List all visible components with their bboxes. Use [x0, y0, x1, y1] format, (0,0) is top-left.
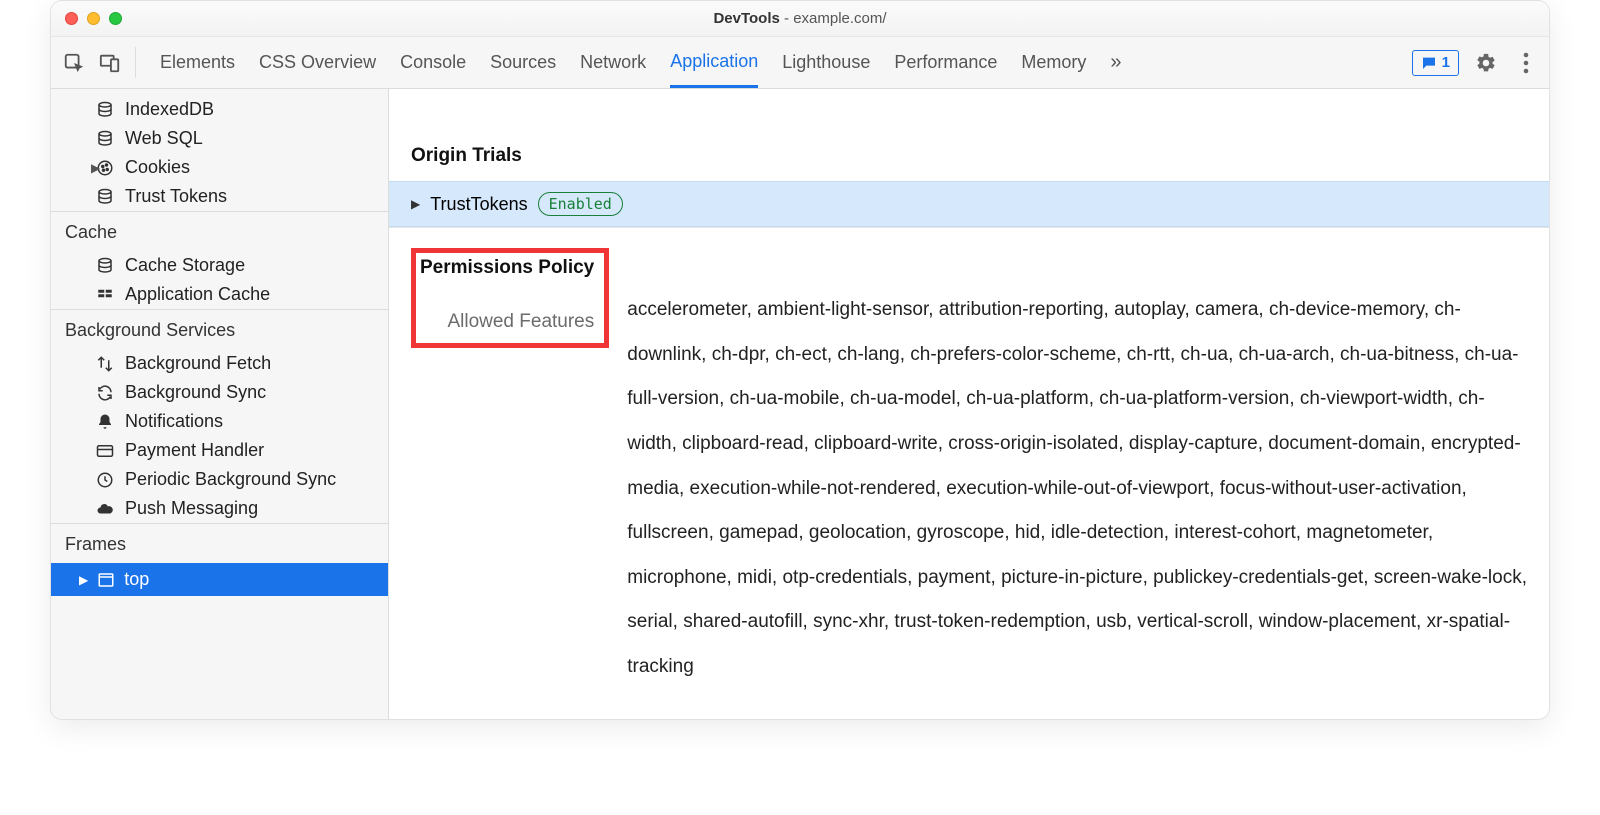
- sidebar-item-trust-tokens[interactable]: Trust Tokens: [51, 182, 388, 211]
- enabled-badge: Enabled: [538, 192, 623, 216]
- sidebar-item-label: Application Cache: [125, 284, 270, 305]
- tab-application[interactable]: Application: [670, 37, 758, 88]
- window-titlebar: DevTools - example.com/: [51, 1, 1549, 37]
- devtools-body: IndexedDB Web SQL ▶ Cookies Trust Tokens…: [51, 89, 1549, 719]
- sidebar-group-frames: Frames: [51, 523, 388, 563]
- database-icon: [95, 256, 115, 276]
- sidebar-item-push-messaging[interactable]: Push Messaging: [51, 494, 388, 523]
- sidebar-item-label: Background Fetch: [125, 353, 271, 374]
- sidebar-item-label: Push Messaging: [125, 498, 258, 519]
- close-window-button[interactable]: [65, 12, 78, 25]
- issues-count: 1: [1442, 54, 1450, 71]
- tab-overflow[interactable]: »: [1110, 37, 1121, 88]
- application-sidebar: IndexedDB Web SQL ▶ Cookies Trust Tokens…: [51, 89, 389, 719]
- sidebar-item-notifications[interactable]: Notifications: [51, 407, 388, 436]
- origin-trials-title: Origin Trials: [411, 145, 1527, 167]
- sidebar-group-cache: Cache: [51, 211, 388, 251]
- clock-icon: [95, 470, 115, 490]
- inspect-element-icon[interactable]: [61, 50, 87, 76]
- devtools-window: DevTools - example.com/ Elements CSS Ove…: [50, 0, 1550, 720]
- sidebar-item-websql[interactable]: Web SQL: [51, 124, 388, 153]
- bell-icon: [95, 412, 115, 432]
- application-content: Origin Trials ▶ TrustTokens Enabled Perm…: [389, 89, 1549, 719]
- transfer-icon: [95, 354, 115, 374]
- devtools-tabs: Elements CSS Overview Console Sources Ne…: [160, 37, 1122, 88]
- cloud-icon: [95, 499, 115, 519]
- sidebar-item-label: Trust Tokens: [125, 186, 227, 207]
- highlight-box: Permissions Policy Allowed Features: [411, 248, 609, 348]
- sidebar-item-cache-storage[interactable]: Cache Storage: [51, 251, 388, 280]
- sidebar-item-label: Notifications: [125, 411, 223, 432]
- settings-icon[interactable]: [1473, 50, 1499, 76]
- sidebar-item-label: top: [124, 569, 149, 590]
- chat-icon: [1421, 55, 1437, 71]
- permissions-policy-title: Permissions Policy: [420, 257, 594, 279]
- tab-console[interactable]: Console: [400, 37, 466, 88]
- sidebar-item-indexeddb[interactable]: IndexedDB: [51, 95, 388, 124]
- window-icon: [96, 570, 116, 590]
- sidebar-item-label: Cache Storage: [125, 255, 245, 276]
- toolbar-left-group: [61, 47, 136, 78]
- sidebar-item-label: Web SQL: [125, 128, 203, 149]
- sidebar-item-label: Background Sync: [125, 382, 266, 403]
- allowed-features-label: Allowed Features: [420, 311, 594, 333]
- window-traffic-lights: [65, 12, 122, 25]
- database-icon: [95, 187, 115, 207]
- devtools-toolbar: Elements CSS Overview Console Sources Ne…: [51, 37, 1549, 89]
- zoom-window-button[interactable]: [109, 12, 122, 25]
- database-icon: [95, 100, 115, 120]
- sync-icon: [95, 383, 115, 403]
- sidebar-item-application-cache[interactable]: Application Cache: [51, 280, 388, 309]
- chevron-right-icon: ▶: [91, 161, 100, 175]
- window-title-sep: -: [784, 10, 793, 27]
- tab-css-overview[interactable]: CSS Overview: [259, 37, 376, 88]
- sidebar-item-label: IndexedDB: [125, 99, 214, 120]
- more-menu-icon[interactable]: [1513, 50, 1539, 76]
- allowed-features-list: accelerometer, ambient-light-sensor, att…: [627, 248, 1527, 690]
- sidebar-item-label: Payment Handler: [125, 440, 264, 461]
- sidebar-group-bgservices: Background Services: [51, 309, 388, 349]
- tab-performance[interactable]: Performance: [894, 37, 997, 88]
- chevron-right-icon: ▶: [411, 197, 420, 211]
- tab-sources[interactable]: Sources: [490, 37, 556, 88]
- sidebar-item-periodic-sync[interactable]: Periodic Background Sync: [51, 465, 388, 494]
- tab-elements[interactable]: Elements: [160, 37, 235, 88]
- window-title-url: example.com/: [793, 10, 886, 27]
- sidebar-item-label: Cookies: [125, 157, 190, 178]
- permissions-policy-section: Permissions Policy Allowed Features acce…: [389, 227, 1549, 716]
- sidebar-item-label: Periodic Background Sync: [125, 469, 336, 490]
- tab-network[interactable]: Network: [580, 37, 646, 88]
- database-icon: [95, 129, 115, 149]
- grid-icon: [95, 285, 115, 305]
- chevron-right-icon: ▶: [79, 573, 88, 587]
- minimize-window-button[interactable]: [87, 12, 100, 25]
- issues-badge[interactable]: 1: [1412, 50, 1459, 76]
- tab-memory[interactable]: Memory: [1021, 37, 1086, 88]
- sidebar-item-bg-sync[interactable]: Background Sync: [51, 378, 388, 407]
- sidebar-item-payment-handler[interactable]: Payment Handler: [51, 436, 388, 465]
- device-toolbar-icon[interactable]: [97, 50, 123, 76]
- window-title-app: DevTools: [713, 10, 779, 27]
- credit-card-icon: [95, 441, 115, 461]
- window-title: DevTools - example.com/: [51, 10, 1549, 27]
- origin-trial-name: TrustTokens: [430, 194, 527, 215]
- sidebar-item-frame-top[interactable]: ▶ top: [51, 563, 388, 596]
- origin-trial-trusttokens-row[interactable]: ▶ TrustTokens Enabled: [389, 181, 1549, 227]
- toolbar-right-group: 1: [1412, 50, 1539, 76]
- sidebar-item-cookies[interactable]: ▶ Cookies: [51, 153, 388, 182]
- origin-trials-section: Origin Trials: [389, 89, 1549, 167]
- sidebar-item-bg-fetch[interactable]: Background Fetch: [51, 349, 388, 378]
- tab-lighthouse[interactable]: Lighthouse: [782, 37, 870, 88]
